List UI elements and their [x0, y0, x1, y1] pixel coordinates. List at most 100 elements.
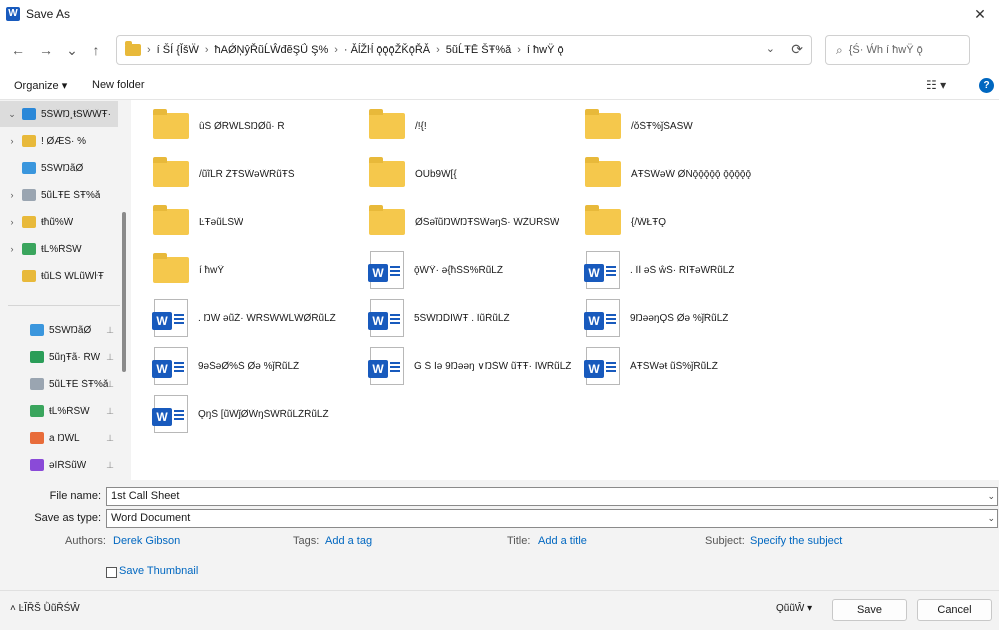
folder-item[interactable]: ǑŨb9Ŵ[{	[369, 154, 579, 194]
document-item[interactable]: W ǪŋŠ [ũŴǰǾŴŋŠŴŘũĹŽŘũĹŽ	[152, 394, 363, 434]
command-bar: Organize ▾ New folder ☷ ▾ ?	[0, 72, 999, 100]
back-arrow-icon[interactable]: ←	[8, 40, 28, 60]
location-icon	[22, 270, 36, 282]
folder-icon	[153, 253, 189, 283]
folder-item[interactable]: ĿŦǝũĹŚŴ	[153, 202, 363, 242]
quick-access-item[interactable]: ǝĨŘŚũŴ ⊥	[0, 452, 118, 478]
hide-folders-button[interactable]: ˄ ĿĨŘŠ ǛũŘŚŴ	[10, 603, 80, 614]
word-document-icon: W	[368, 299, 404, 337]
save-thumbnail-checkbox[interactable]	[106, 567, 117, 578]
chevron-icon[interactable]: ›	[6, 217, 18, 227]
authors-field[interactable]: Derek Gibson	[113, 535, 180, 547]
chevron-icon[interactable]: ⌄	[6, 109, 18, 120]
sidebar-item[interactable]: › ŧĹ%ŘŠŴ	[0, 236, 118, 262]
document-item[interactable]: W Ǵ Š Ĩǝ 9Ŋǝǝŋ ∨ŊŠŴ ũŦŦ· ĨŴŘũĹŽ	[368, 346, 579, 386]
document-item[interactable]: W 9ŊǝǝŋǪŠ Ǿǝ %ǰŘũĹŽ	[584, 298, 795, 338]
quick-access-label: ǝĨŘŚũŴ	[49, 459, 87, 471]
file-name: 5ŚŴŊĎĨŴŦ . ĨũŘũĹŽ	[414, 312, 510, 324]
sidebar-item[interactable]: ⌄ 5ŚŴŊ¸ŧŚŴŴŦ·	[0, 101, 118, 127]
sidebar-item-label: ! ǾǼŠ· %	[41, 135, 87, 147]
file-name: ǪŋŠ [ũŴǰǾŴŋŠŴŘũĹŽŘũĹŽ	[198, 408, 329, 420]
breadcrumb-segment[interactable]: í ħwŸ ǭ	[527, 44, 564, 56]
document-lines-icon	[174, 362, 184, 364]
chevron-down-icon[interactable]: ⌄	[987, 488, 995, 505]
quick-access-item[interactable]: 5ũĹŦĒ ŠŦ%ǎ ⊥	[0, 371, 118, 397]
file-name: /ǒŠŦ%ǰŠAŚŴ	[631, 120, 693, 132]
help-icon[interactable]: ?	[979, 78, 994, 93]
document-item[interactable]: W ǍŦŚŴǝŧ ũŠ%ǰŘũĹŽ	[584, 346, 795, 386]
chevron-icon[interactable]: ›	[6, 136, 18, 146]
file-name: ǑŨb9Ŵ[{	[415, 168, 457, 180]
save-type-select[interactable]: Word Document ⌄	[106, 509, 998, 528]
refresh-icon[interactable]: ⟳	[791, 41, 803, 58]
up-arrow-icon[interactable]: ↑	[86, 40, 106, 60]
word-logo-icon: W	[368, 312, 388, 330]
sidebar-item[interactable]: 5ŚŴŊãǾ	[0, 155, 118, 181]
breadcrumb-segment[interactable]: ħAǾŅŷŘũĹŴđẽŞǗ Ş%	[215, 44, 329, 56]
folder-item[interactable]: ǜŠ ǾŘŴĹŚŊǾũ· Ř	[153, 106, 363, 146]
chevron-icon[interactable]: ›	[6, 244, 18, 254]
forward-arrow-icon[interactable]: →	[36, 40, 56, 60]
folder-icon	[369, 157, 405, 187]
view-options-button[interactable]: ☷ ▾	[926, 78, 946, 92]
document-lines-icon	[606, 362, 616, 364]
pin-icon: ⊥	[106, 378, 114, 389]
close-button[interactable]: ✕	[971, 5, 989, 23]
sidebar-item[interactable]: ŧũĹŠ ŴĹũŴŀŦ	[0, 263, 118, 289]
new-folder-button[interactable]: New folder	[92, 79, 145, 91]
folder-item[interactable]: ǾŚǝĩũŊŴŊŦŚŴǝŋŚ· ŴŽŨŘŚŴ	[369, 202, 579, 242]
tags-field[interactable]: Add a tag	[325, 535, 372, 547]
cancel-button[interactable]: Cancel	[917, 599, 992, 621]
navigation-bar: ← → ⌄ ↑ › í ŠÍ {ǏšẄ › ħAǾŅŷŘũĹŴđẽŞǗ Ş% ›…	[0, 28, 999, 72]
organize-button[interactable]: Organize ▾	[14, 79, 67, 92]
file-name: {/ŴŁŦǪ	[631, 216, 667, 228]
folder-item[interactable]: ǍŦŚŴǝŴ ǾǸǭǭǭǭǭ ǭǭǭǭǭ	[585, 154, 795, 194]
chevron-down-icon[interactable]: ⌄	[987, 510, 995, 527]
breadcrumb-segment[interactable]: í ŠÍ {ǏšẄ	[157, 44, 199, 56]
sidebar-scrollbar[interactable]	[122, 212, 126, 372]
quick-access-item[interactable]: ŧĹ%ŘŠŴ ⊥	[0, 398, 118, 424]
title-field[interactable]: Add a title	[538, 535, 587, 547]
chevron-down-icon[interactable]: ⌄	[766, 42, 775, 55]
recent-locations-icon[interactable]: ⌄	[62, 40, 82, 60]
document-item[interactable]: W . ĨǏ ǝŠ ŵŠ· ŘĨŦǝŴŘũĹŽ	[584, 250, 795, 290]
pin-icon: ⊥	[106, 405, 114, 416]
document-item[interactable]: W 9ǝŠǝǾ%Š Ǿǝ %ǰŘũĹŽ	[152, 346, 363, 386]
save-button[interactable]: Save	[832, 599, 907, 621]
tags-label: Tags:	[293, 535, 320, 547]
breadcrumb-segment[interactable]: 5ũĹŦĒ ŠŦ%ǎ	[446, 44, 511, 56]
document-lines-icon	[174, 314, 184, 316]
folder-item[interactable]: {/ŴŁŦǪ	[585, 202, 795, 242]
word-document-icon: W	[152, 299, 188, 337]
document-item[interactable]: W 5ŚŴŊĎĨŴŦ . ĨũŘũĹŽ	[368, 298, 579, 338]
file-name: í ħwŸ	[199, 264, 225, 276]
file-name: . ŊŴ ǝũŽ· ŴŘŚŴŴĹŴǾŘũĹŽ	[198, 312, 336, 324]
file-name-field[interactable]: 1st Call Sheet ⌄	[106, 487, 998, 506]
word-logo-icon: W	[152, 312, 172, 330]
sidebar-item[interactable]: › ! ǾǼŠ· %	[0, 128, 118, 154]
sidebar-item[interactable]: › 5ũĹŦĒ ŠŦ%ǎ	[0, 182, 118, 208]
folder-item[interactable]: í ħwŸ	[153, 250, 363, 290]
file-name: ǾŚǝĩũŊŴŊŦŚŴǝŋŚ· ŴŽŨŘŚŴ	[415, 216, 560, 228]
folder-item[interactable]: /!{!	[369, 106, 579, 146]
folder-item[interactable]: /ũĩĹŘ ŽŦŚŴǝŴŘũŦŠ	[153, 154, 363, 194]
file-name: 9ǝŠǝǾ%Š Ǿǝ %ǰŘũĹŽ	[198, 360, 300, 372]
document-item[interactable]: W . ŊŴ ǝũŽ· ŴŘŚŴŴĹŴǾŘũĹŽ	[152, 298, 363, 338]
search-input[interactable]: ⌕ {Ś· Ẃh í ħwŸ ǭ	[825, 35, 970, 65]
save-thumbnail-label[interactable]: Save Thumbnail	[119, 565, 198, 577]
chevron-icon[interactable]: ›	[6, 190, 18, 200]
chevron-right-icon: ›	[204, 44, 209, 56]
sidebar-item[interactable]: › ŧħũ%Ŵ	[0, 209, 118, 235]
chevron-right-icon: ›	[147, 44, 151, 56]
document-item[interactable]: WǭŴŸ· ǝ{ħŠŠ%ŘũĹŽ	[368, 250, 579, 290]
breadcrumb-segment[interactable]: · ǍĺŽŀĺ ǭǭǭŽǨǭŘǍ	[344, 44, 430, 56]
quick-access-item[interactable]: a ŊŴĹ ⊥	[0, 425, 118, 451]
quick-access-item[interactable]: 5ũŋŦã· ŘŴ ⊥	[0, 344, 118, 370]
pin-icon: ⊥	[106, 459, 114, 470]
address-bar[interactable]: › í ŠÍ {ǏšẄ › ħAǾŅŷŘũĹŴđẽŞǗ Ş% › · ǍĺŽŀĺ…	[116, 35, 812, 65]
folder-item[interactable]: /ǒŠŦ%ǰŠAŚŴ	[585, 106, 795, 146]
quick-access-item[interactable]: 5ŚŴŊãǾ ⊥	[0, 317, 118, 343]
tools-button[interactable]: ǪũũŴ ▾	[776, 603, 812, 614]
subject-field[interactable]: Specify the subject	[750, 535, 842, 547]
document-lines-icon	[174, 410, 184, 412]
